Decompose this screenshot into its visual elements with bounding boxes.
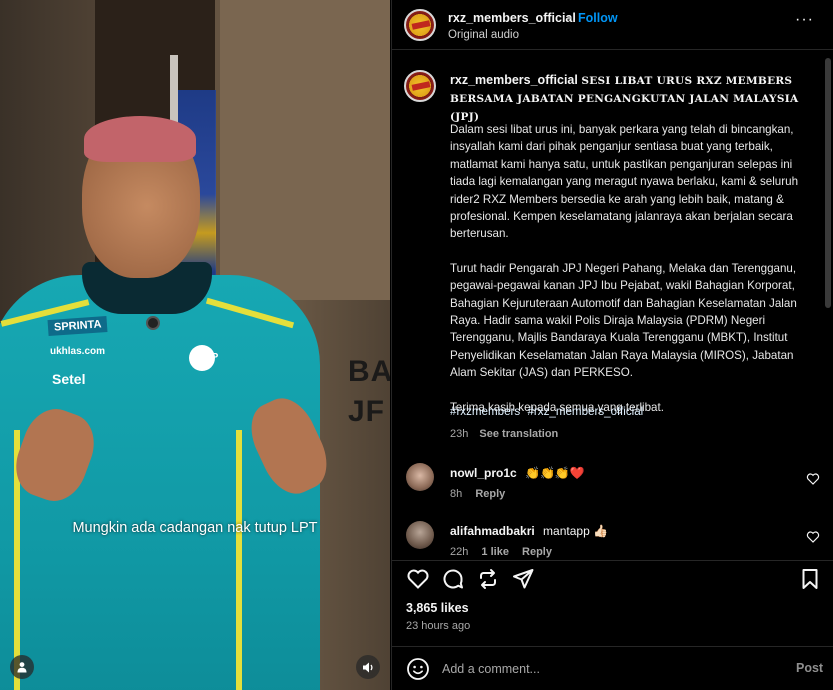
comment-text: nowl_pro1c 👏👏👏❤️ [450, 466, 585, 480]
post-header: rxz_members_official • Follow Original a… [392, 0, 833, 50]
comment-body: 👏👏👏❤️ [525, 466, 585, 480]
post-timestamp: 23 hours ago [406, 620, 471, 632]
comment-text: alifahmadbakri mantapp 👍🏻 [450, 524, 608, 538]
video-subtitle: Mungkin ada cadangan nak tutup LPT [72, 520, 318, 536]
signage-line: JF [348, 395, 386, 428]
post-panel: rxz_members_official • Follow Original a… [391, 0, 833, 690]
shirt-logo-shop: SHOP [190, 352, 219, 363]
caption-paragraph: Turut hadir Pengarah JPJ Negeri Pahang, … [450, 261, 797, 380]
heart-icon[interactable] [806, 530, 820, 544]
hashtag-link[interactable]: #rxzmembers [450, 405, 520, 418]
caption-meta: 23h See translation [450, 428, 558, 440]
commenter-username[interactable]: alifahmadbakri [450, 524, 535, 538]
shirt-stripe [236, 430, 242, 690]
person-icon [17, 662, 27, 673]
signage-line: BA [348, 355, 390, 388]
audio-link[interactable]: Original audio [448, 29, 519, 41]
share-paper-plane-icon[interactable] [511, 567, 535, 591]
comment-item: nowl_pro1c 👏👏👏❤️ 8h Reply [392, 463, 833, 503]
shirt-logo-setel: Setel [52, 371, 86, 387]
tagged-users-button[interactable] [10, 655, 34, 679]
comment-meta: 22h 1 like Reply [450, 546, 552, 558]
speaker-hair [84, 116, 196, 162]
bookmark-icon[interactable] [798, 567, 822, 591]
lapel-microphone [146, 316, 160, 330]
background-signage: BA JF [348, 352, 390, 432]
comment-time: 8h [450, 488, 463, 500]
comment-bubble-icon[interactable] [441, 567, 465, 591]
caption-heading: rxz_members_official SESI LIBAT URUS RXZ… [450, 72, 820, 126]
comment-likes[interactable]: 1 like [481, 546, 509, 558]
likes-count[interactable]: 3,865 likes [406, 601, 469, 615]
author-avatar[interactable] [404, 9, 436, 41]
caption-body: Dalam sesi libat urus ini, banyak perkar… [450, 121, 818, 433]
separator-dot: • [567, 11, 572, 25]
post-comment-button[interactable]: Post [796, 661, 823, 675]
like-heart-icon[interactable] [406, 567, 430, 591]
comment-item: alifahmadbakri mantapp 👍🏻 22h 1 like Rep… [392, 521, 833, 561]
commenter-username[interactable]: nowl_pro1c [450, 466, 517, 480]
scrollbar-thumb[interactable] [825, 58, 831, 308]
speaker-icon [362, 662, 373, 672]
author-username[interactable]: rxz_members_official [448, 11, 576, 25]
commenter-avatar[interactable] [406, 463, 434, 491]
heart-icon[interactable] [806, 472, 820, 486]
caption-username[interactable]: rxz_members_official [450, 73, 578, 87]
emoji-icon[interactable] [406, 657, 430, 681]
see-translation-button[interactable]: See translation [479, 428, 558, 440]
shirt-logo-uklas: ukhlas.com [50, 346, 106, 357]
add-comment-bar: Post [392, 646, 833, 690]
video-player[interactable]: BA JF SPRINTA ukhlas.com Setel SHOP Mung… [0, 0, 390, 690]
repost-icon[interactable] [476, 567, 500, 591]
reply-button[interactable]: Reply [522, 546, 552, 558]
action-bar [392, 560, 833, 594]
reply-button[interactable]: Reply [475, 488, 505, 500]
comment-meta: 8h Reply [450, 488, 505, 500]
comment-body: mantapp 👍🏻 [543, 524, 609, 538]
hashtag-link[interactable]: #rxz_members_official [527, 405, 643, 418]
comment-time: 22h [450, 546, 469, 558]
follow-button[interactable]: Follow [578, 11, 618, 25]
caption-paragraph: Dalam sesi libat urus ini, banyak perkar… [450, 123, 799, 241]
background-wall-panel [220, 0, 390, 300]
more-options-icon[interactable]: ··· [795, 11, 814, 29]
hashtag-list: #rxzmembers #rxz_members_official [450, 405, 647, 418]
caption-time: 23h [450, 428, 469, 440]
comment-input[interactable] [442, 659, 772, 679]
caption-author-avatar[interactable] [404, 70, 436, 102]
mute-button[interactable] [356, 655, 380, 679]
commenter-avatar[interactable] [406, 521, 434, 549]
